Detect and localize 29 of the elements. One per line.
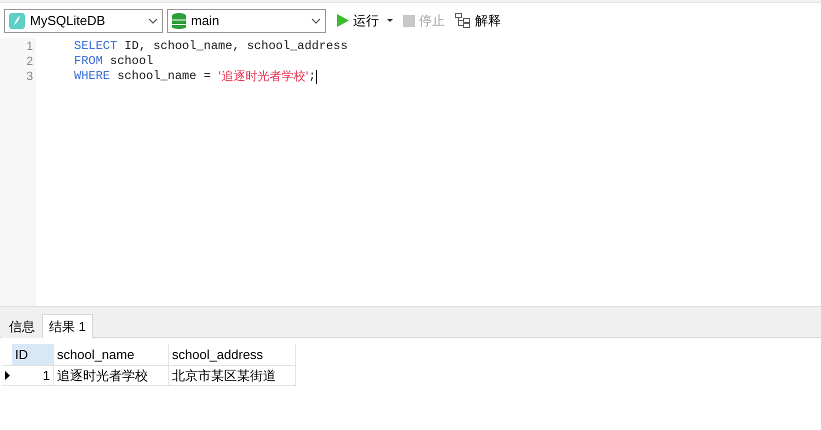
connection-dropdown[interactable]: MySQLiteDB xyxy=(4,8,163,32)
column-header[interactable]: school_name xyxy=(54,344,169,365)
chevron-down-icon xyxy=(148,18,158,24)
pane-splitter[interactable] xyxy=(0,306,821,314)
caret-icon xyxy=(387,19,393,22)
code-line: WHERE school_name = '追逐时光者学校'; xyxy=(74,69,318,84)
table-cell: 1 xyxy=(12,366,54,385)
chevron-down-icon xyxy=(311,18,321,24)
database-icon xyxy=(172,12,186,28)
result-tab[interactable]: 结果 1 xyxy=(42,314,93,338)
explain-button[interactable]: 解释 xyxy=(452,8,504,32)
code-line: SELECT ID, school_name, school_address xyxy=(74,39,349,54)
column-header[interactable]: school_address xyxy=(169,344,296,365)
line-number: 3 xyxy=(26,69,33,84)
column-header[interactable]: ID xyxy=(12,344,54,365)
connection-name: MySQLiteDB xyxy=(30,12,106,30)
database-dropdown[interactable]: main xyxy=(167,8,326,32)
table-cell: 北京市某区某街道 xyxy=(169,366,296,385)
line-number: 1 xyxy=(26,39,33,54)
stop-icon xyxy=(403,14,415,26)
diagram-icon xyxy=(455,13,471,28)
text-cursor xyxy=(316,70,317,84)
database-name: main xyxy=(191,12,220,30)
table-cell: 追逐时光者学校 xyxy=(54,366,169,385)
code-line: FROM school xyxy=(74,54,154,69)
run-button[interactable]: 运行 xyxy=(334,8,396,32)
play-icon xyxy=(337,14,349,27)
line-number: 2 xyxy=(26,54,33,69)
feather-icon xyxy=(9,12,25,28)
